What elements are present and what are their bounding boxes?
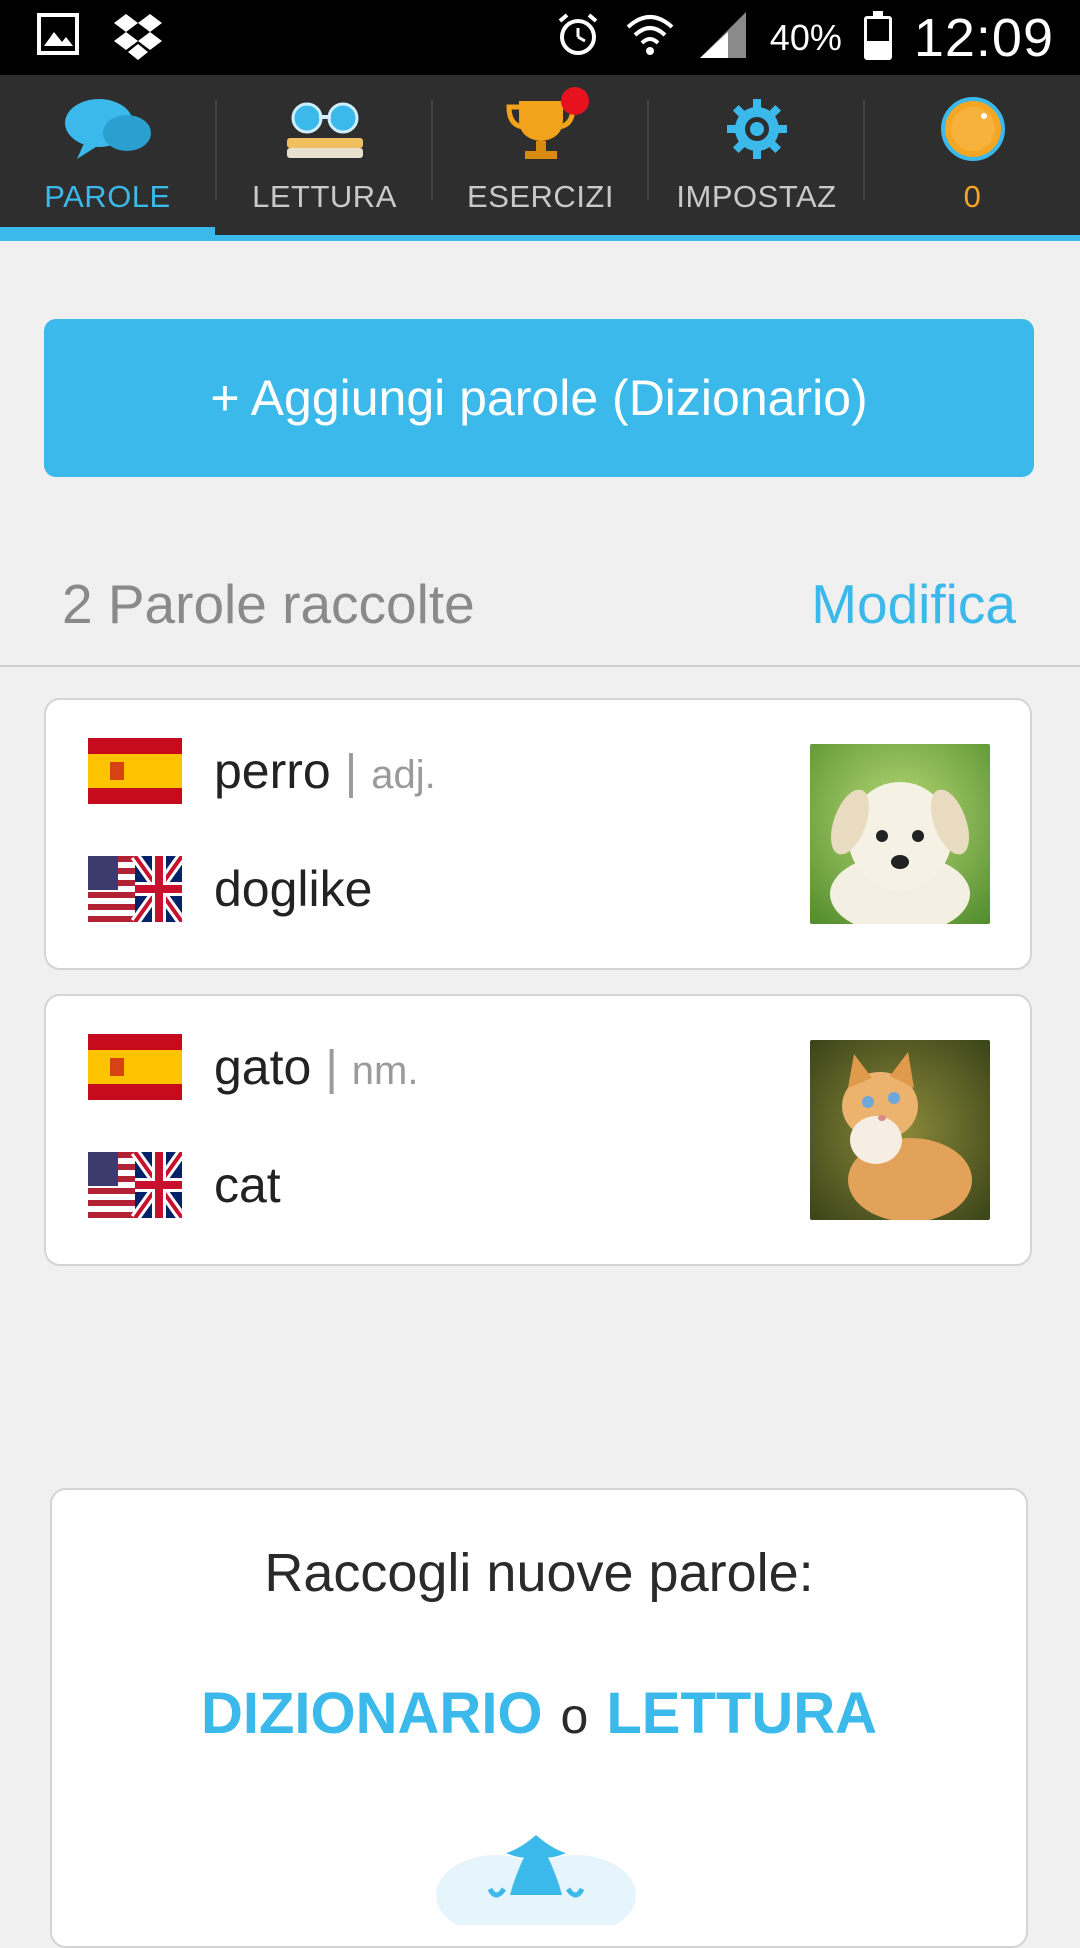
battery-percent: 40% bbox=[769, 16, 842, 58]
coin-icon bbox=[940, 93, 1006, 165]
or-text: o bbox=[560, 1688, 589, 1744]
tab-impostazioni[interactable]: IMPOSTAZ bbox=[649, 75, 864, 235]
spain-flag-icon bbox=[88, 738, 182, 804]
edit-link[interactable]: Modifica bbox=[811, 572, 1016, 636]
status-bar: 40% 12:09 bbox=[0, 0, 1080, 75]
word-text: perro bbox=[214, 743, 331, 799]
coin-count: 0 bbox=[963, 179, 982, 214]
tab-bar: PAROLE LETTURA ESERCIZI IMPOSTAZ 0 bbox=[0, 75, 1080, 235]
gear-icon bbox=[725, 93, 789, 165]
word-row: gato | nm. bbox=[214, 1038, 418, 1096]
trophy-icon bbox=[505, 87, 589, 165]
translation-row: doglike bbox=[214, 860, 372, 918]
reading-link[interactable]: LETTURA bbox=[606, 1681, 877, 1746]
collect-links: DIZIONARIO o LETTURA bbox=[52, 1680, 1026, 1747]
glasses-book-icon bbox=[283, 93, 367, 165]
tab-lettura[interactable]: LETTURA bbox=[217, 75, 432, 235]
tab-underline bbox=[0, 235, 1080, 241]
dropbox-icon bbox=[114, 12, 162, 67]
clock: 12:09 bbox=[913, 7, 1054, 68]
words-count: 2 Parole raccolte bbox=[62, 573, 475, 635]
tab-esercizi[interactable]: ESERCIZI bbox=[433, 75, 648, 235]
word-card[interactable]: perro | adj. doglike bbox=[44, 698, 1032, 970]
collect-title: Raccogli nuove parole: bbox=[264, 1543, 814, 1603]
speech-bubbles-icon bbox=[63, 93, 153, 165]
word-row: perro | adj. bbox=[214, 742, 436, 800]
puppy-image bbox=[810, 744, 990, 924]
translation-row: cat bbox=[214, 1156, 281, 1214]
us-uk-flag-icon bbox=[88, 1149, 187, 1221]
alarm-icon bbox=[554, 11, 602, 64]
part-of-speech: adj. bbox=[371, 753, 436, 797]
tab-label: ESERCIZI bbox=[467, 179, 614, 214]
tab-coins[interactable]: 0 bbox=[865, 75, 1080, 235]
tab-label: LETTURA bbox=[252, 179, 397, 214]
divider bbox=[0, 665, 1080, 667]
spain-flag-icon bbox=[88, 1034, 182, 1100]
battery-icon bbox=[863, 10, 892, 60]
word-card[interactable]: gato | nm. cat bbox=[44, 994, 1032, 1266]
translation-text: doglike bbox=[214, 861, 373, 917]
kitten-image bbox=[810, 1040, 990, 1220]
gallery-icon bbox=[36, 12, 80, 67]
collect-words-panel: Raccogli nuove parole: DIZIONARIO o LETTUR… bbox=[50, 1488, 1028, 1948]
notification-dot bbox=[560, 87, 589, 115]
add-words-button[interactable]: + Aggiungi parole (Dizionario) bbox=[44, 319, 1034, 477]
wifi-icon bbox=[624, 11, 676, 64]
separator: | bbox=[344, 746, 358, 799]
translation-text: cat bbox=[214, 1157, 281, 1213]
separator: | bbox=[325, 1042, 338, 1095]
signal-icon bbox=[698, 10, 748, 65]
mascot-icon bbox=[436, 1825, 636, 1935]
dictionary-link[interactable]: DIZIONARIO bbox=[201, 1681, 543, 1746]
us-uk-flag-icon bbox=[88, 853, 187, 925]
tab-label: PAROLE bbox=[44, 179, 171, 214]
tab-parole[interactable]: PAROLE bbox=[0, 75, 215, 235]
word-text: gato bbox=[214, 1039, 312, 1095]
part-of-speech: nm. bbox=[351, 1049, 419, 1093]
tab-label: IMPOSTAZ bbox=[676, 179, 837, 214]
